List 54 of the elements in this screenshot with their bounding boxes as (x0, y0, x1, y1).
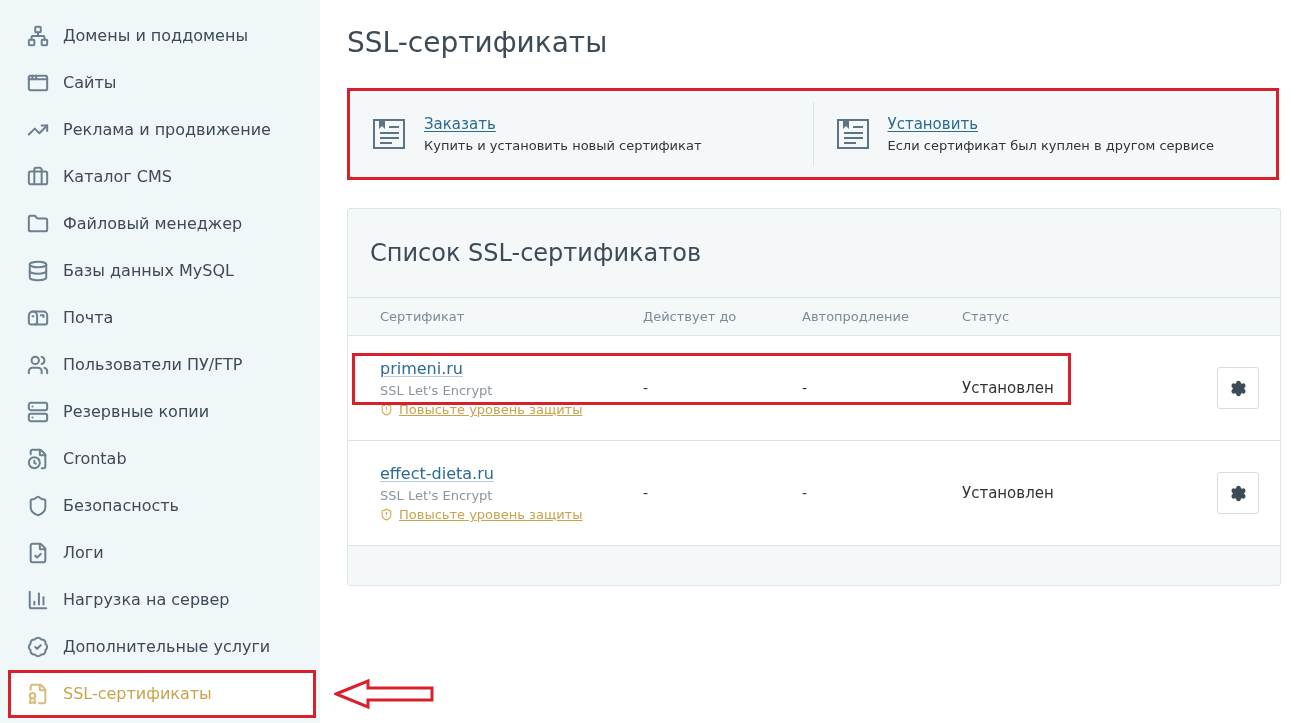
sidebar-item[interactable]: Почта (8, 293, 316, 342)
database-icon (27, 259, 49, 282)
bar-chart-icon (27, 588, 49, 611)
sidebar-item[interactable]: Дополнительные услуги (8, 622, 316, 671)
file-clock-icon (27, 447, 49, 470)
sitemap-icon (27, 24, 49, 47)
users-icon (27, 353, 49, 376)
certificate-type: SSL Let's Encrypt (380, 381, 494, 400)
shield-icon (380, 508, 393, 522)
action-link[interactable]: Установить (887, 113, 978, 136)
page-title: SSL-сертификаты (347, 25, 609, 61)
sidebar-item[interactable]: Реклама и продвижение (8, 105, 316, 154)
valid-until-cell: - (643, 380, 649, 396)
domain-link[interactable]: primeni.ru (380, 356, 463, 381)
column-header: Действует до (643, 308, 737, 324)
settings-icon (1229, 484, 1247, 502)
badge-check-icon (27, 635, 49, 658)
settings-button[interactable] (1217, 367, 1259, 409)
settings-icon (1229, 379, 1247, 397)
column-header: Автопродление (802, 308, 910, 324)
shield-icon (27, 494, 49, 517)
valid-until-cell: - (643, 485, 649, 501)
certificate-icon (372, 117, 406, 151)
sidebar-item[interactable]: Безопасность (8, 481, 316, 530)
column-header: Статус (962, 308, 1010, 324)
sidebar-item[interactable]: Сайты (8, 58, 316, 107)
action-description: Купить и установить новый сертификат (424, 136, 702, 155)
file-check-icon (27, 541, 49, 564)
autorenew-cell: - (802, 380, 808, 396)
autorenew-cell: - (802, 485, 808, 501)
shield-icon (380, 403, 393, 417)
sidebar-item[interactable]: Домены и поддомены (8, 11, 316, 60)
certificate-icon (835, 117, 870, 151)
certificate-icon (27, 682, 49, 705)
sidebar-item[interactable]: Нагрузка на сервер (8, 575, 316, 624)
status-cell: Установлен (962, 484, 1054, 502)
table-title: Список SSL-сертификатов (370, 238, 702, 269)
briefcase-icon (27, 165, 49, 188)
folder-icon (27, 212, 49, 235)
column-header: Сертификат (380, 308, 465, 324)
status-cell: Установлен (962, 379, 1054, 397)
sidebar-item[interactable]: Каталог CMS (8, 152, 316, 201)
settings-button[interactable] (1217, 472, 1259, 514)
sidebar-item[interactable]: Базы данных MySQL (8, 246, 316, 295)
sidebar-item[interactable]: Резервные копии (8, 387, 316, 436)
sidebar-item[interactable]: Пользователи ПУ/FTP (8, 340, 316, 389)
sidebar-item[interactable]: Логи (8, 528, 316, 577)
action-description: Если сертификат был куплен в другом сервисе (887, 136, 1215, 155)
sidebar-item[interactable]: Файловый менеджер (8, 199, 316, 248)
action-link[interactable]: Заказать (424, 113, 496, 136)
certificate-type: SSL Let's Encrypt (380, 486, 494, 505)
domain-link[interactable]: effect-dieta.ru (380, 461, 494, 486)
server-icon (27, 400, 49, 423)
sidebar-item[interactable]: Crontab (8, 434, 316, 483)
